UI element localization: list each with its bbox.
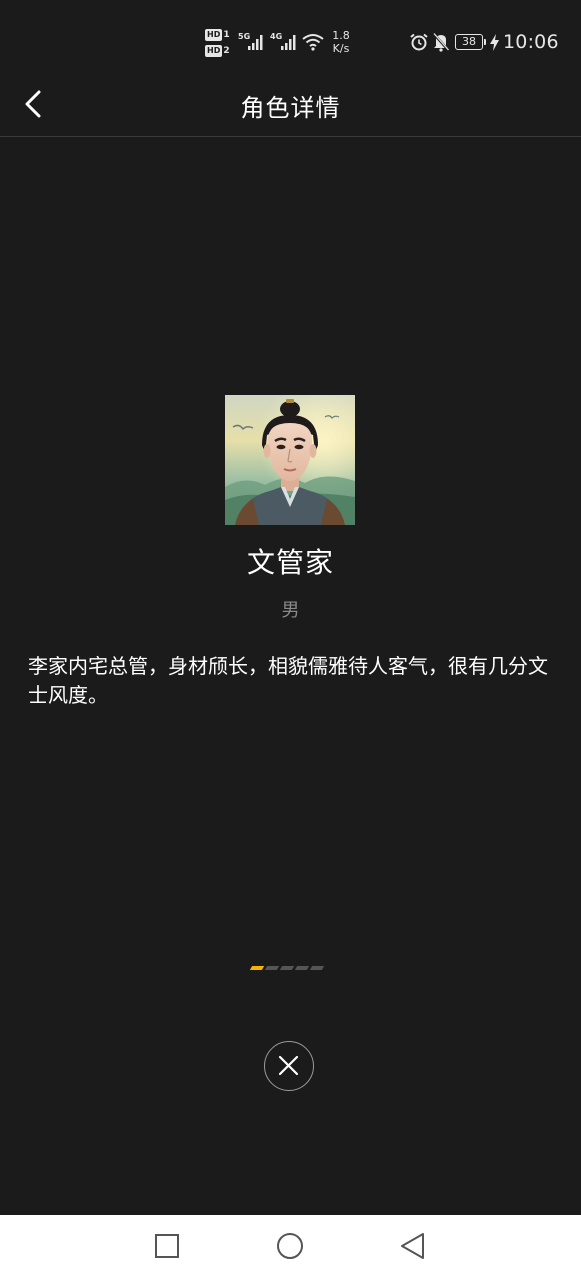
recent-apps-icon — [155, 1234, 179, 1258]
network-speed-unit: K/s — [332, 42, 350, 55]
sim1-indicator: HD 1 — [205, 28, 233, 41]
battery-tip — [484, 39, 486, 45]
page-title: 角色详情 — [240, 94, 341, 122]
home-button[interactable] — [275, 1231, 305, 1261]
page-dot[interactable] — [294, 966, 310, 970]
home-icon — [277, 1233, 303, 1259]
character-description: 李家内宅总管，身材颀长，相貌儒雅待人客气，很有几分文士风度。 — [28, 654, 548, 707]
page-dot[interactable] — [279, 966, 295, 970]
sim-number: 2 — [223, 45, 230, 56]
network-speed: 1.8 K/s — [330, 29, 352, 55]
page-dot-active[interactable] — [249, 966, 265, 970]
character-gender: 男 — [281, 600, 300, 621]
page-dot[interactable] — [309, 966, 325, 970]
sim-number: 1 — [223, 29, 230, 40]
nav-back-button[interactable] — [398, 1231, 428, 1261]
character-portrait-image — [225, 395, 355, 525]
close-icon — [278, 1055, 299, 1076]
signal-strength-icon — [281, 35, 296, 50]
charging-bolt-icon — [490, 34, 499, 51]
close-button[interactable] — [264, 1041, 314, 1091]
mute-bell-icon — [432, 32, 450, 52]
screen: HD 1 HD 2 5G 4G 1.8 K/s 38 10:06 角色详情 文管… — [0, 0, 581, 1278]
hd-badge: HD — [205, 44, 223, 57]
character-name: 文管家 — [246, 546, 334, 579]
recent-apps-button[interactable] — [152, 1231, 182, 1261]
character-avatar — [225, 395, 355, 525]
header: 角色详情 — [0, 84, 581, 137]
back-triangle-icon — [401, 1233, 424, 1259]
sim2-indicator: HD 2 — [205, 44, 233, 57]
alarm-icon — [410, 33, 428, 51]
page-dot[interactable] — [264, 966, 280, 970]
status-bar: HD 1 HD 2 5G 4G 1.8 K/s 38 10:06 — [0, 0, 581, 84]
sim-indicators: HD 1 HD 2 — [205, 28, 233, 60]
system-navigation-bar — [0, 1215, 581, 1278]
hd-badge: HD — [205, 28, 223, 41]
battery-indicator: 38 — [455, 34, 483, 50]
page-indicator — [249, 966, 331, 972]
wifi-icon — [302, 34, 324, 51]
status-time: 10:06 — [503, 31, 559, 53]
signal-strength-icon — [248, 35, 263, 50]
network-speed-value: 1.8 — [332, 29, 350, 42]
